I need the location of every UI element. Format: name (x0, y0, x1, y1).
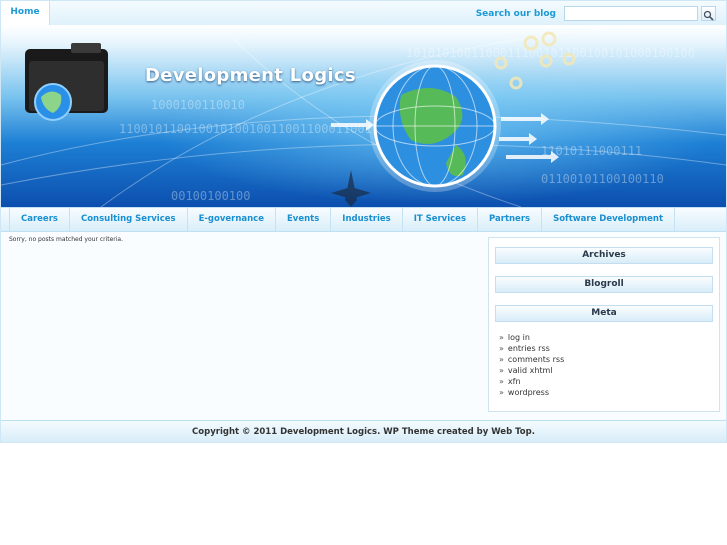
meta-link-label: wordpress (507, 388, 550, 397)
site-title[interactable]: Development Logics (145, 65, 356, 86)
folder-globe-icon (25, 43, 108, 121)
nav-item-software-development[interactable]: Software Development (542, 208, 676, 231)
search-label: Search our blog (475, 9, 556, 19)
nav-item-e-governance[interactable]: E-governance (188, 208, 276, 231)
search-input[interactable] (564, 6, 698, 21)
binary-row: 00100100100 (171, 189, 250, 203)
bullet-icon: » (499, 388, 504, 397)
nav-item-consulting-services[interactable]: Consulting Services (70, 208, 188, 231)
bullet-icon: » (499, 333, 504, 342)
binary-row: 01100101100100110 (541, 172, 664, 186)
nav-item-events[interactable]: Events (276, 208, 332, 231)
binary-row: 1000100110010 (151, 98, 245, 112)
sidebar: Archives Blogroll Meta » log in » entries … (488, 237, 720, 412)
main-navigation: Careers Consulting Services E-governance… (1, 207, 726, 232)
meta-link-label: xfn (507, 377, 521, 386)
header-banner: 1010101001100011100101100100101000100100… (1, 25, 726, 207)
globe-graphic (369, 60, 501, 192)
nav-item-industries[interactable]: Industries (331, 208, 403, 231)
meta-link-xfn[interactable]: » xfn (499, 376, 564, 387)
blogroll-widget-title: Blogroll (495, 276, 713, 293)
banner-artwork: 1010101001100011100101100100101000100100… (1, 25, 726, 207)
archives-widget-title: Archives (495, 247, 713, 264)
nav-items: Careers Consulting Services E-governance… (9, 208, 676, 231)
meta-link-wordpress[interactable]: » wordpress (499, 387, 564, 398)
meta-link-comments-rss[interactable]: » comments rss (499, 354, 564, 365)
bullet-icon: » (499, 366, 504, 375)
bullet-icon: » (499, 344, 504, 353)
magnifier-icon (703, 10, 714, 21)
meta-link-entries-rss[interactable]: » entries rss (499, 343, 564, 354)
search-button[interactable] (701, 6, 716, 21)
meta-link-label: comments rss (507, 355, 565, 364)
meta-link-label: entries rss (507, 344, 550, 353)
meta-link-log-in[interactable]: » log in (499, 332, 564, 343)
nav-item-partners[interactable]: Partners (478, 208, 543, 231)
compass-graphic (331, 170, 371, 207)
meta-link-label: log in (507, 333, 530, 342)
bullet-icon: » (499, 355, 504, 364)
nav-item-careers[interactable]: Careers (10, 208, 70, 231)
meta-link-valid-xhtml[interactable]: » valid xhtml (499, 365, 564, 376)
home-tab[interactable]: Home (1, 1, 50, 25)
nav-item-it-services[interactable]: IT Services (403, 208, 479, 231)
no-posts-message: Sorry, no posts matched your criteria. (9, 236, 124, 243)
footer-copyright: Copyright © 2011 Development Logics. WP … (1, 420, 726, 442)
bullet-icon: » (499, 377, 504, 386)
meta-link-label: valid xhtml (507, 366, 553, 375)
page-frame: Home Search our blog 1010101001100011100… (0, 0, 727, 443)
meta-links-list: » log in » entries rss » comments rss » vali… (499, 332, 564, 398)
top-bar: Home Search our blog (1, 1, 726, 26)
meta-widget-title: Meta (495, 305, 713, 322)
